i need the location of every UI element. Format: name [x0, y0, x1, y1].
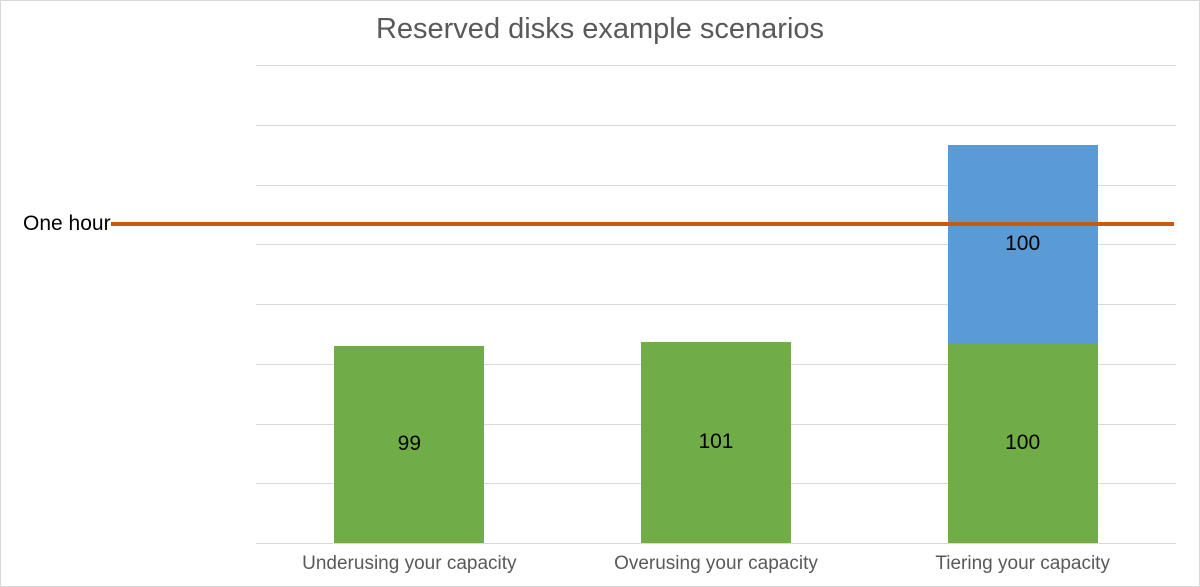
x-axis-labels: Underusing your capacityOverusing your c…: [256, 553, 1176, 583]
bar-segment: 100: [948, 344, 1098, 543]
bar-segment: 100: [948, 145, 1098, 344]
reference-line-one-hour: [111, 222, 1174, 226]
bar-stack: 100100: [948, 145, 1098, 543]
chart-frame: Reserved disks example scenarios 99 101 10…: [0, 0, 1200, 587]
bar-segment: 101: [641, 342, 791, 543]
bar-stack: 99: [334, 346, 484, 543]
bar-segment: 99: [334, 346, 484, 543]
chart-title: Reserved disks example scenarios: [1, 13, 1199, 46]
bar-stack: 101: [641, 342, 791, 543]
bar-slot: 100100: [869, 65, 1176, 543]
bar-slot: 101: [563, 65, 870, 543]
plot-area: 99 101 100100: [256, 65, 1176, 543]
x-axis-label: Overusing your capacity: [563, 553, 870, 575]
x-axis-label: Tiering your capacity: [869, 553, 1176, 575]
bar-slot: 99: [256, 65, 563, 543]
x-axis-label: Underusing your capacity: [256, 553, 563, 575]
reference-line-label: One hour: [23, 212, 111, 236]
gridline: [256, 543, 1176, 544]
